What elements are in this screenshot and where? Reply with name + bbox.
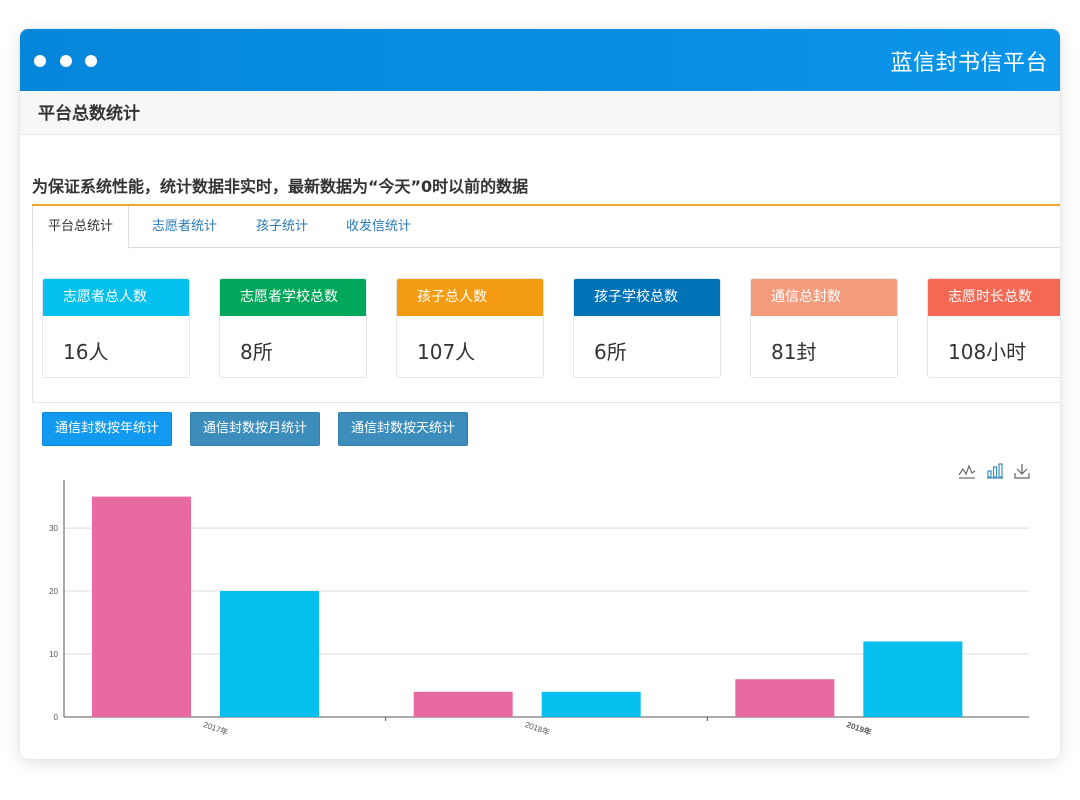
tab-volunteer-stats[interactable]: 志愿者统计 [137, 206, 232, 248]
tab-platform-total[interactable]: 平台总统计 [32, 206, 130, 249]
stat-card-volunteers: 志愿者总人数 16人 [42, 278, 190, 378]
stats-by-month-button[interactable]: 通信封数按月统计 [190, 412, 321, 446]
window-dot-icon[interactable] [85, 55, 97, 67]
stat-card-value: 16人 [63, 340, 109, 364]
stat-card-letters: 通信总封数 81封 [750, 278, 898, 378]
tab-bar: 平台总统计 志愿者统计 孩子统计 收发信统计 [32, 206, 1060, 249]
bar [413, 691, 513, 717]
stat-card-volunteer-hours: 志愿时长总数 108小时 [927, 278, 1060, 378]
stat-card-value: 6所 [594, 340, 627, 364]
x-tick-label: 2018年 [524, 719, 552, 737]
bar [541, 691, 641, 717]
bar [735, 679, 835, 717]
stat-card-label: 志愿者总人数 [43, 279, 189, 316]
app-title: 蓝信封书信平台 [890, 51, 1048, 76]
stat-card-value: 81封 [771, 340, 817, 364]
letters-by-year-chart: 0 10 20 30 2017年 2018年 2019年 [49, 480, 1029, 737]
stat-card-label: 志愿者学校总数 [220, 279, 366, 316]
tab-letter-stats[interactable]: 收发信统计 [331, 206, 426, 248]
stats-by-day-button[interactable]: 通信封数按天统计 [338, 412, 469, 446]
stat-card-volunteer-schools: 志愿者学校总数 8所 [219, 278, 367, 378]
title-bar: 蓝信封书信平台 [20, 29, 1060, 91]
bar [220, 591, 319, 717]
notice-text: 为保证系统性能，统计数据非实时，最新数据为“今天”0时以前的数据 [32, 177, 529, 196]
window-dot-icon[interactable] [60, 55, 72, 67]
stat-card-value: 107人 [417, 340, 476, 364]
stats-panel: 志愿者总人数 16人 志愿者学校总数 8所 孩子总人数 107人 孩子学校总数 … [32, 248, 1060, 403]
bar [863, 641, 963, 717]
y-tick-label: 10 [49, 650, 58, 659]
stat-card-label: 志愿时长总数 [928, 279, 1060, 316]
stat-card-child-schools: 孩子学校总数 6所 [573, 278, 721, 378]
app-window: 蓝信封书信平台 平台总数统计 为保证系统性能，统计数据非实时，最新数据为“今天”… [20, 29, 1060, 759]
x-tick-label: 2019年 [845, 719, 873, 737]
bar [92, 496, 191, 717]
y-tick-label: 20 [49, 587, 58, 596]
stat-card-value: 8所 [240, 340, 273, 364]
window-dot-icon[interactable] [34, 55, 46, 67]
section-title: 平台总数统计 [20, 91, 1060, 135]
x-tick-label: 2017年 [202, 719, 230, 737]
stat-card-label: 通信总封数 [751, 279, 897, 316]
y-tick-label: 30 [49, 524, 58, 533]
y-tick-label: 0 [54, 713, 59, 722]
tab-child-stats[interactable]: 孩子统计 [241, 206, 323, 248]
stats-by-year-button[interactable]: 通信封数按年统计 [42, 412, 173, 446]
stat-card-children: 孩子总人数 107人 [396, 278, 544, 378]
stat-card-label: 孩子学校总数 [574, 279, 720, 316]
stat-card-label: 孩子总人数 [397, 279, 543, 316]
stat-card-value: 108小时 [948, 340, 1027, 364]
